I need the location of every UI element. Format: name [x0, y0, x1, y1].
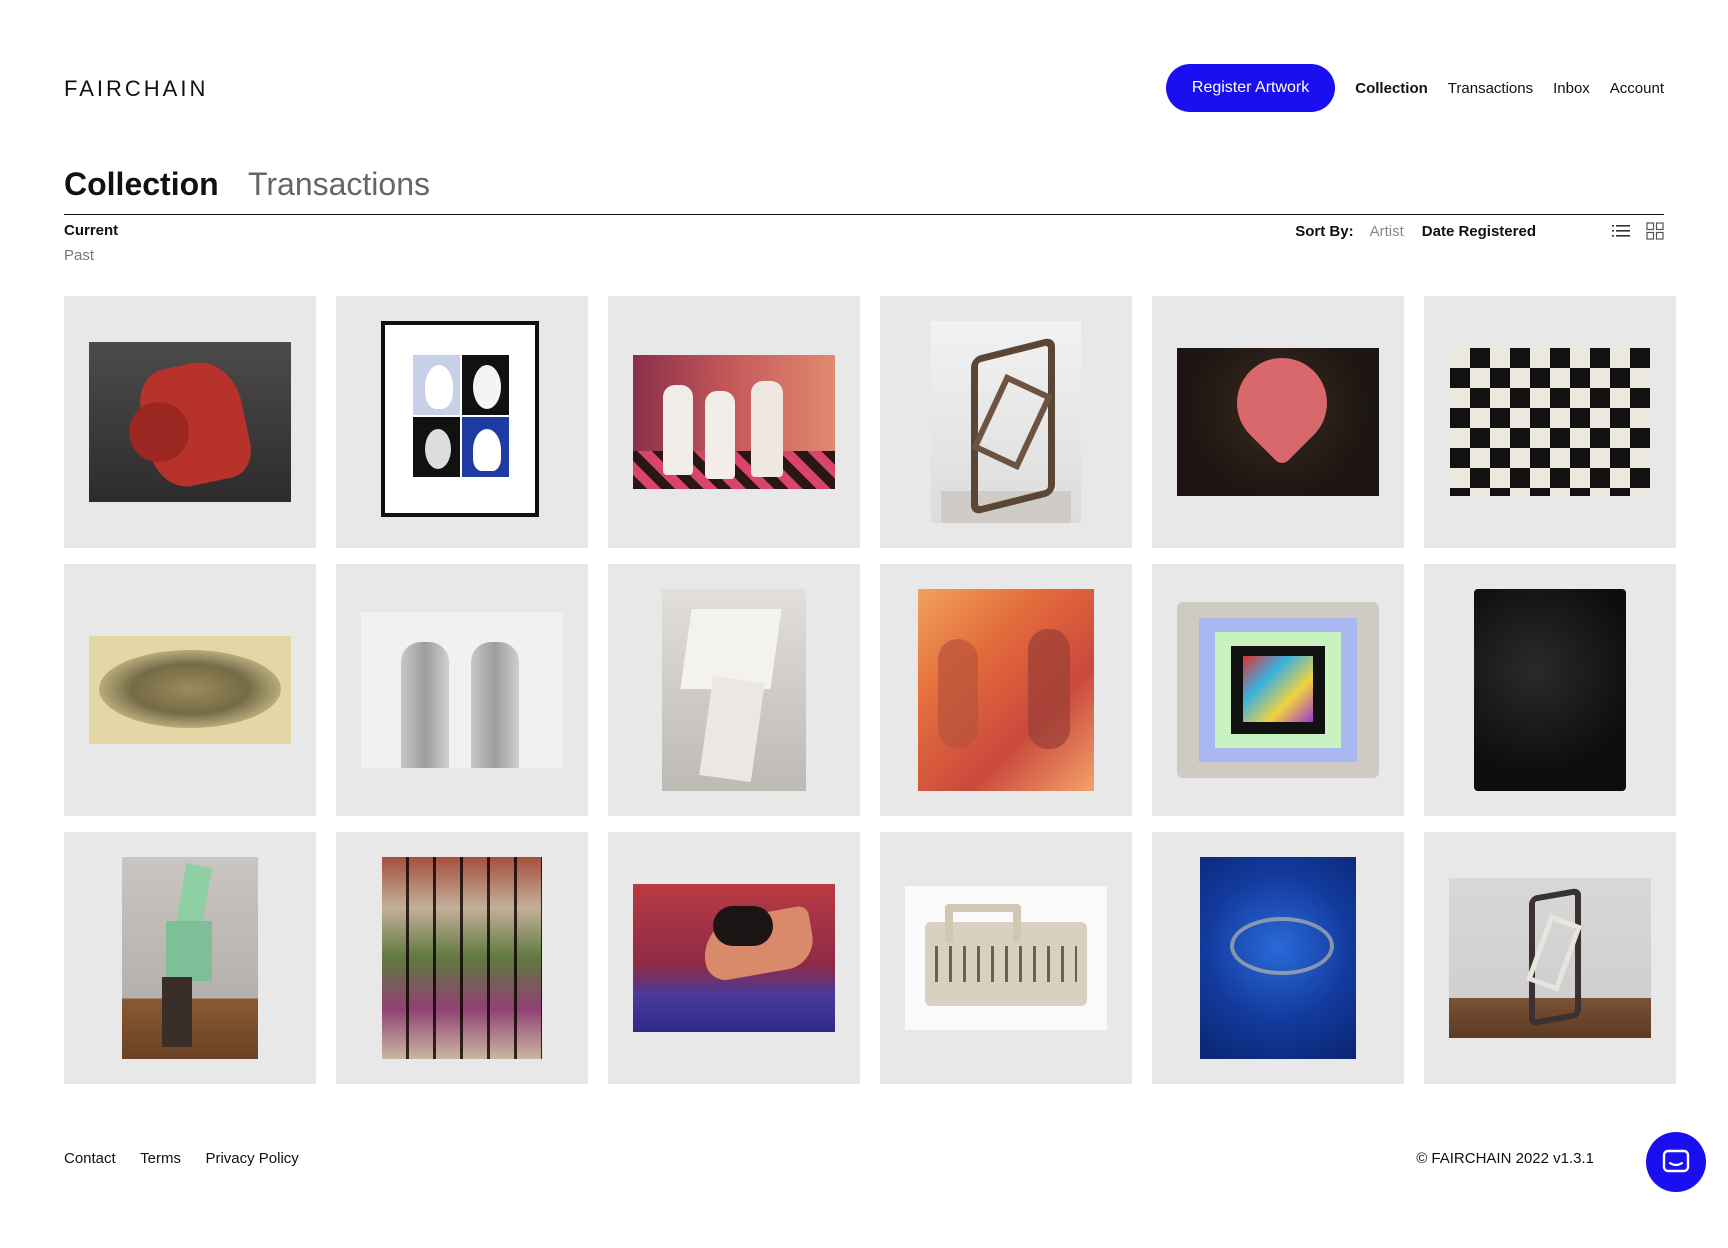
- artwork-thumbnail: [633, 355, 835, 489]
- artwork-card[interactable]: [1424, 296, 1676, 548]
- artwork-thumbnail: [89, 636, 291, 744]
- artwork-card[interactable]: [880, 832, 1132, 1084]
- artwork-card[interactable]: [1424, 564, 1676, 816]
- top-header: FAIRCHAIN Register Artwork Collection Tr…: [64, 64, 1664, 114]
- artwork-thumbnail: [1200, 857, 1356, 1059]
- sort-option-artist[interactable]: Artist: [1370, 223, 1404, 240]
- artwork-card[interactable]: [1152, 296, 1404, 548]
- artwork-thumbnail: [381, 321, 539, 517]
- nav-account[interactable]: Account: [1610, 80, 1664, 97]
- artwork-card[interactable]: [608, 564, 860, 816]
- sort-label: Sort By:: [1295, 222, 1354, 240]
- artwork-card[interactable]: [336, 296, 588, 548]
- artwork-card[interactable]: [64, 832, 316, 1084]
- nav-transactions[interactable]: Transactions: [1448, 80, 1533, 97]
- artwork-card[interactable]: [608, 832, 860, 1084]
- top-nav: Register Artwork Collection Transactions…: [1165, 64, 1664, 112]
- status-filters: Current Past: [64, 222, 118, 272]
- artwork-card[interactable]: [1152, 832, 1404, 1084]
- register-artwork-button[interactable]: Register Artwork: [1165, 64, 1336, 112]
- artwork-thumbnail: [361, 612, 563, 768]
- artwork-card[interactable]: [608, 296, 860, 548]
- artwork-card[interactable]: [880, 296, 1132, 548]
- filter-current[interactable]: Current: [64, 222, 118, 239]
- footer-link-contact[interactable]: Contact: [64, 1150, 116, 1167]
- chat-icon: [1662, 1149, 1690, 1173]
- artwork-card[interactable]: [64, 564, 316, 816]
- nav-inbox[interactable]: Inbox: [1553, 80, 1590, 97]
- copyright-text: © FAIRCHAIN 2022 v1.3.1: [1416, 1150, 1594, 1167]
- grid-view-icon[interactable]: [1646, 222, 1664, 240]
- artwork-thumbnail: [1449, 878, 1651, 1038]
- artwork-thumbnail: [633, 884, 835, 1032]
- tab-transactions[interactable]: Transactions: [248, 166, 430, 203]
- page-footer: Contact Terms Privacy Policy © FAIRCHAIN…: [64, 1150, 1664, 1174]
- artwork-card[interactable]: [336, 832, 588, 1084]
- artwork-thumbnail: [905, 886, 1107, 1030]
- artwork-grid: [64, 296, 1676, 1084]
- artwork-thumbnail: [1177, 348, 1379, 496]
- artwork-card[interactable]: [64, 296, 316, 548]
- artwork-thumbnail: [1450, 348, 1650, 496]
- artwork-card[interactable]: [1424, 832, 1676, 1084]
- chat-button[interactable]: [1646, 1132, 1706, 1192]
- artwork-thumbnail: [931, 321, 1081, 523]
- artwork-card[interactable]: [1152, 564, 1404, 816]
- artwork-thumbnail: [918, 589, 1094, 791]
- nav-collection[interactable]: Collection: [1355, 80, 1428, 97]
- footer-link-privacy-policy[interactable]: Privacy Policy: [205, 1150, 298, 1167]
- artwork-thumbnail: [1474, 589, 1626, 791]
- artwork-thumbnail: [1177, 602, 1379, 778]
- filter-past[interactable]: Past: [64, 247, 118, 264]
- footer-link-terms[interactable]: Terms: [140, 1150, 181, 1167]
- sort-option-date-registered[interactable]: Date Registered: [1422, 223, 1536, 240]
- artwork-thumbnail: [122, 857, 258, 1059]
- artwork-thumbnail: [89, 342, 291, 502]
- artwork-card[interactable]: [336, 564, 588, 816]
- artwork-card[interactable]: [880, 564, 1132, 816]
- list-view-icon[interactable]: [1612, 222, 1630, 240]
- sort-bar: Sort By: Artist Date Registered: [1295, 220, 1664, 242]
- page-tabs: Collection Transactions: [64, 160, 1664, 215]
- artwork-thumbnail: [382, 857, 542, 1059]
- fairchain-logo[interactable]: FAIRCHAIN: [64, 76, 208, 102]
- tab-collection[interactable]: Collection: [64, 166, 219, 203]
- artwork-thumbnail: [662, 589, 806, 791]
